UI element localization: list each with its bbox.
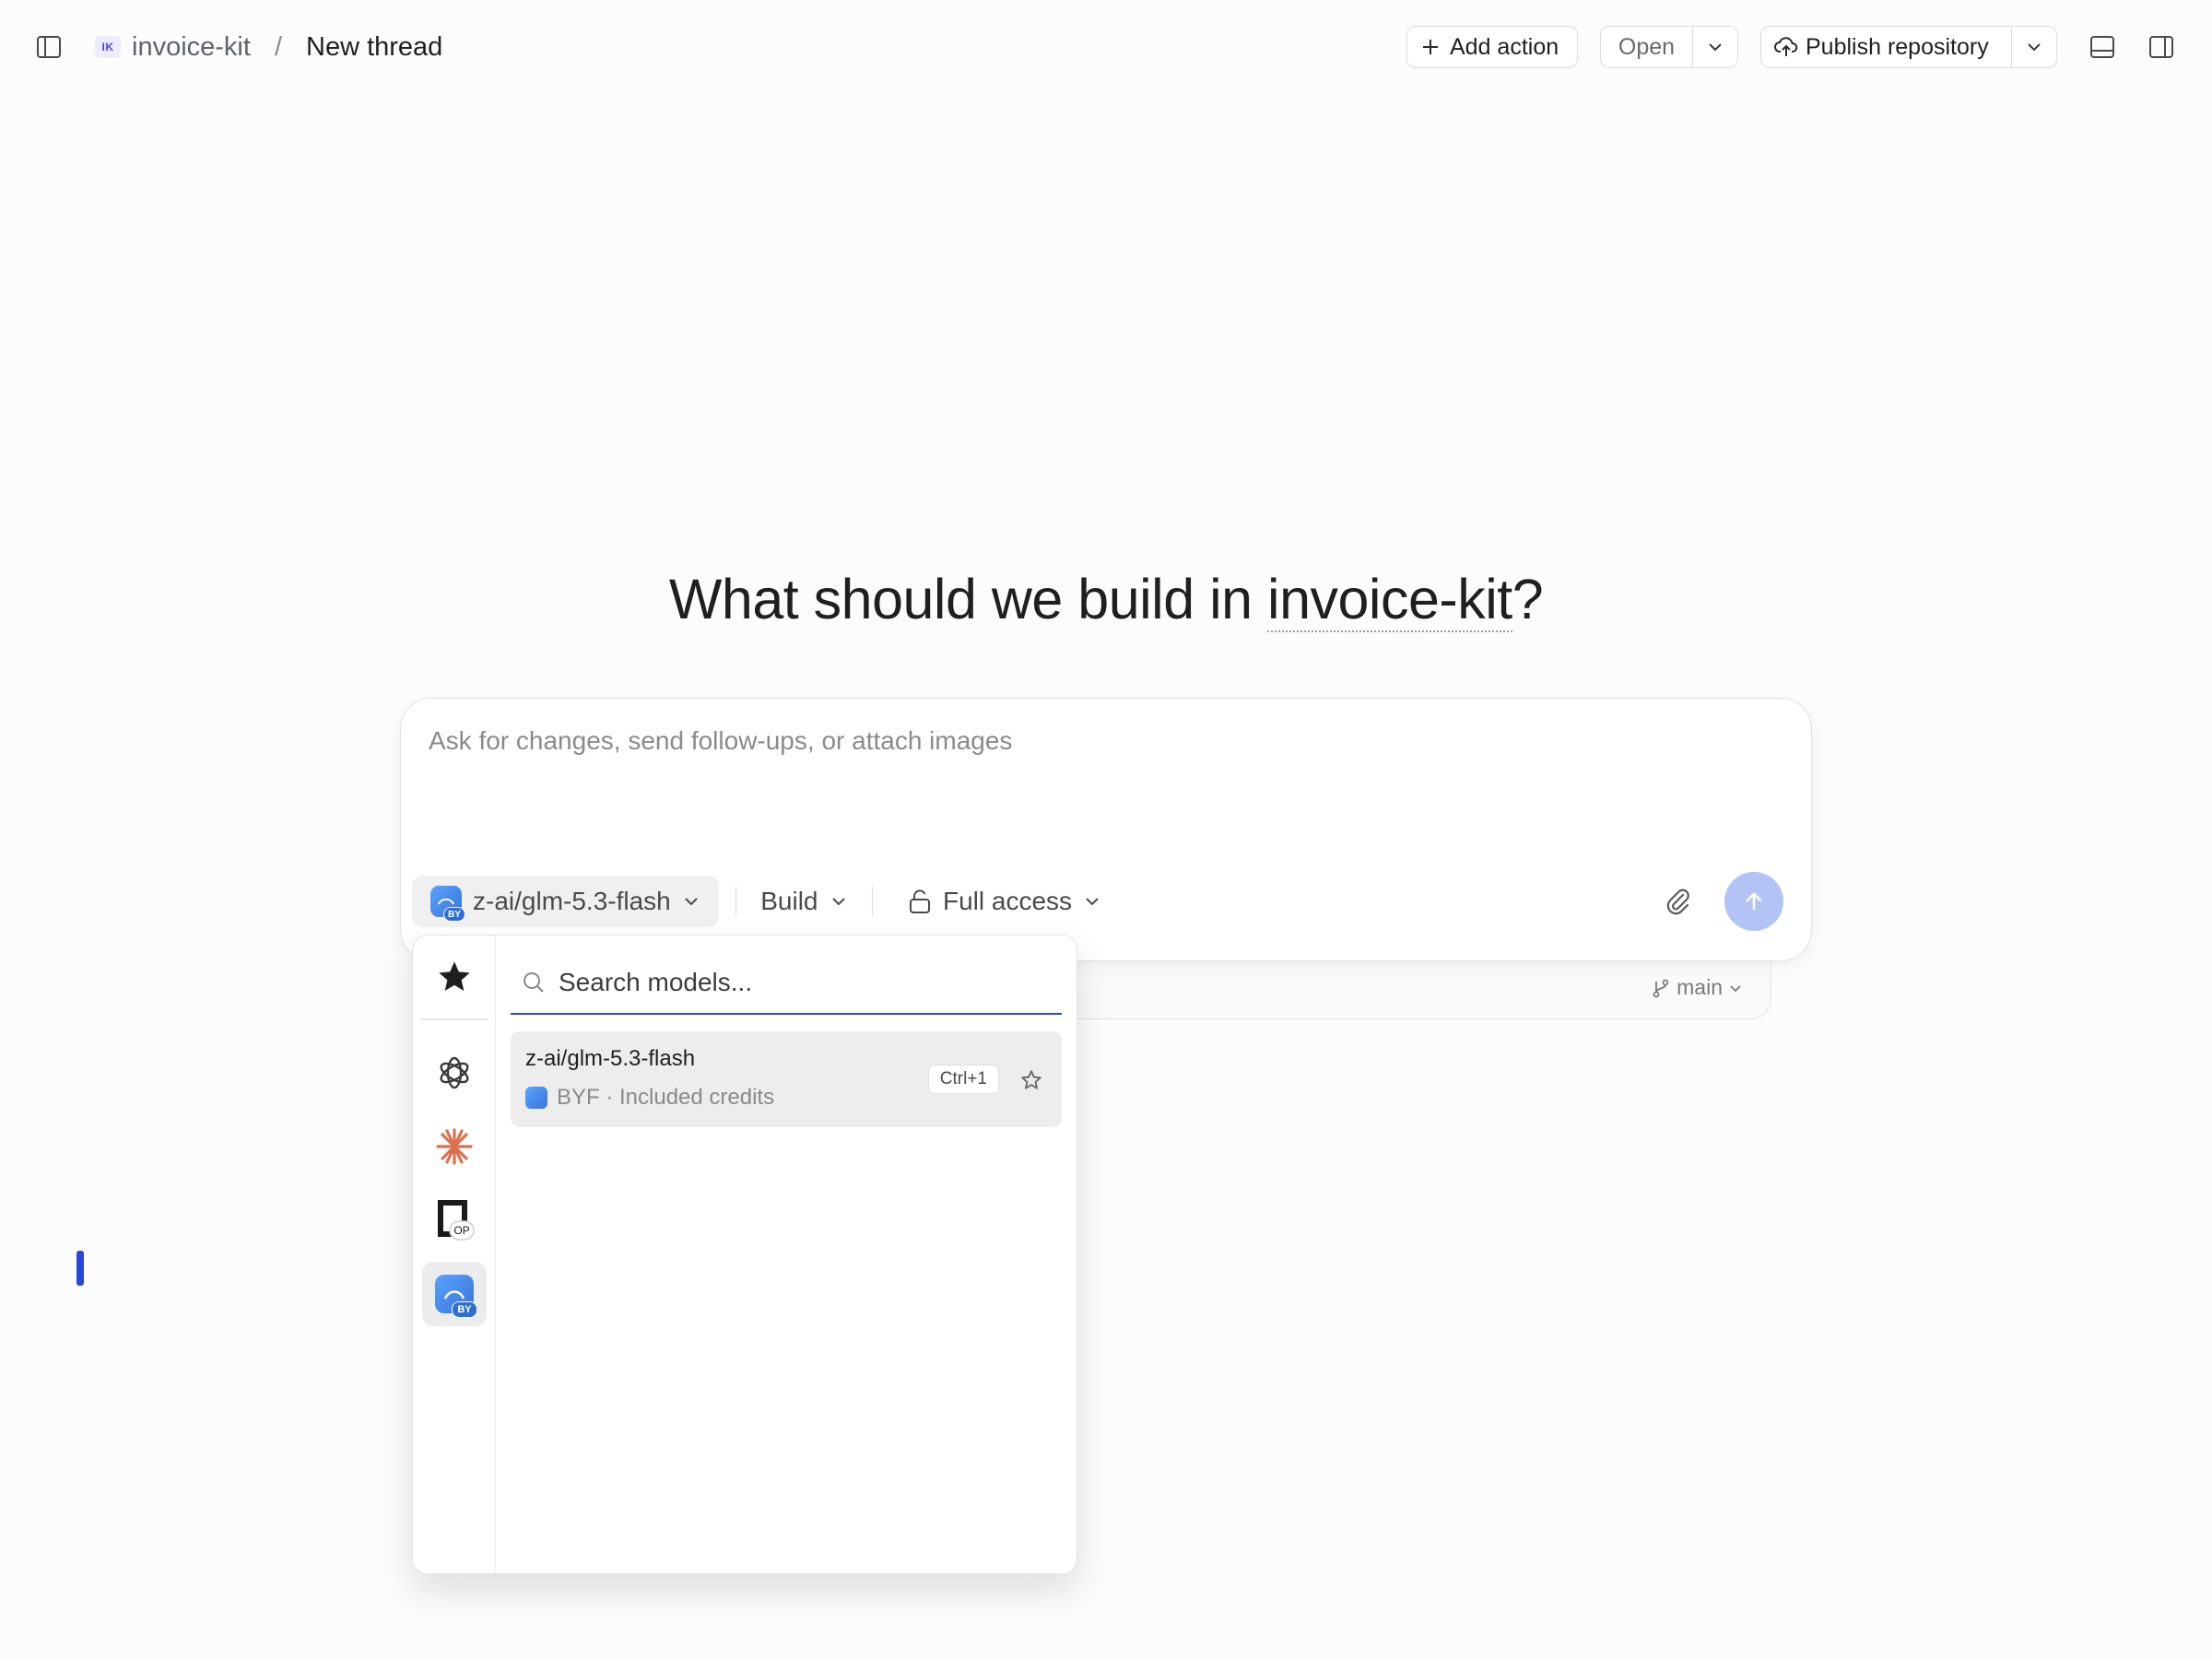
- breadcrumb-thread: New thread: [306, 31, 443, 62]
- mode-selector-label: Build: [760, 887, 818, 915]
- send-button[interactable]: [1724, 872, 1783, 931]
- heading-prefix: What should we build in: [668, 568, 1268, 630]
- open-button-group: Open: [1600, 26, 1738, 68]
- favorite-star-icon[interactable]: [1018, 1066, 1045, 1094]
- open-menu-chevron-icon[interactable]: [1693, 38, 1737, 56]
- heading-suffix: ?: [1512, 568, 1544, 630]
- git-branch-icon: [1653, 979, 1669, 997]
- publish-repository-label: Publish repository: [1806, 33, 1989, 60]
- lock-open-icon: [910, 889, 930, 913]
- favorites-tab[interactable]: [422, 945, 487, 1009]
- attach-icon[interactable]: [1658, 881, 1699, 922]
- chevron-down-icon: [1086, 898, 1099, 906]
- chevron-down-icon: [685, 898, 698, 906]
- right-panel-toggle-icon[interactable]: [2147, 33, 2175, 61]
- model-shortcut-badge: Ctrl+1: [927, 1065, 999, 1094]
- branch-name: main: [1677, 975, 1723, 999]
- claude-icon: [436, 1128, 473, 1165]
- toolbar-divider: [871, 887, 873, 916]
- heading-project-name[interactable]: invoice-kit: [1267, 568, 1512, 632]
- access-selector[interactable]: Full access: [889, 876, 1118, 927]
- composer-toolbar: BY z-ai/glm-5.3-flash Build Full access: [412, 872, 1783, 931]
- publish-menu-chevron-icon[interactable]: [2012, 38, 2056, 56]
- model-search: [511, 952, 1062, 1015]
- open-button[interactable]: Open: [1601, 27, 1693, 67]
- openrouter-icon: OP: [438, 1200, 475, 1241]
- page-title: What should we build in invoice-kit?: [0, 567, 2212, 632]
- add-action-label: Add action: [1450, 33, 1559, 60]
- model-selector-label: z-ai/glm-5.3-flash: [473, 887, 671, 915]
- provider-badge: BY: [443, 907, 465, 922]
- model-menu: OP BY z-ai/glm-5.3-flash BYF · Included …: [412, 935, 1077, 1574]
- provider-badge: BY: [452, 1301, 477, 1318]
- publish-button-group: Publish repository: [1760, 26, 2057, 68]
- chevron-down-icon: [831, 898, 845, 906]
- branch-selector[interactable]: main: [1651, 975, 1743, 1000]
- rail-divider: [420, 1018, 488, 1020]
- publish-repository-button[interactable]: Publish repository: [1761, 27, 2012, 67]
- arrow-up-icon: [1746, 892, 1762, 911]
- provider-anthropic-tab[interactable]: [422, 1114, 487, 1179]
- model-option-name: z-ai/glm-5.3-flash: [525, 1046, 696, 1071]
- provider-rail: OP BY: [413, 935, 496, 1573]
- composer: BY z-ai/glm-5.3-flash Build Full access: [400, 698, 1812, 961]
- breadcrumb: IK invoice-kit / New thread: [95, 26, 442, 68]
- model-search-input[interactable]: [559, 968, 1062, 997]
- model-menu-content: z-ai/glm-5.3-flash BYF · Included credit…: [511, 935, 1062, 1573]
- openai-icon: [440, 1056, 469, 1089]
- openrouter-badge-text: OP: [453, 1224, 469, 1237]
- mode-selector[interactable]: Build: [753, 876, 854, 927]
- cloud-upload-icon: [1774, 37, 1798, 56]
- sidebar-toggle-icon[interactable]: [35, 33, 63, 61]
- chevron-down-icon: [1730, 984, 1741, 992]
- provider-openrouter-tab[interactable]: OP: [422, 1188, 487, 1253]
- active-provider-indicator: [76, 1251, 84, 1286]
- model-selector[interactable]: BY z-ai/glm-5.3-flash: [412, 876, 719, 927]
- breadcrumb-project[interactable]: invoice-kit: [132, 32, 251, 63]
- project-badge: IK: [95, 36, 121, 58]
- breadcrumb-separator: /: [274, 31, 282, 62]
- model-option-meta-text: BYF · Included credits: [557, 1085, 775, 1110]
- model-option-meta: BYF · Included credits: [525, 1085, 774, 1111]
- byf-icon: BY: [430, 886, 465, 922]
- byf-icon: BY: [435, 1275, 477, 1318]
- toolbar-divider: [735, 887, 737, 916]
- prompt-input[interactable]: [429, 726, 1774, 837]
- add-action-button[interactable]: Add action: [1406, 26, 1578, 68]
- model-option[interactable]: z-ai/glm-5.3-flash BYF · Included credit…: [511, 1031, 1062, 1127]
- star-icon: [439, 961, 470, 991]
- search-icon: [524, 972, 544, 993]
- provider-openai-tab[interactable]: [422, 1041, 487, 1105]
- top-bar: IK invoice-kit / New thread Add action O…: [0, 0, 2212, 92]
- provider-byf-tab[interactable]: BY: [422, 1262, 487, 1326]
- plus-icon: [1423, 40, 1438, 54]
- byf-icon: [525, 1087, 547, 1109]
- bottom-panel-toggle-icon[interactable]: [2088, 33, 2116, 61]
- access-selector-label: Full access: [943, 887, 1073, 915]
